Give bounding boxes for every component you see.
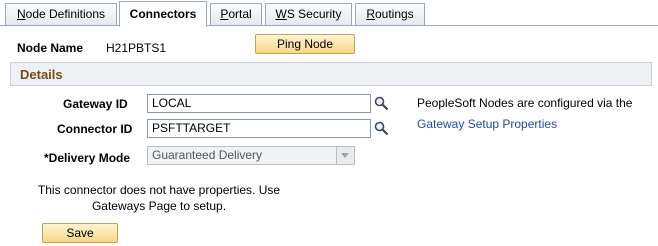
tab-portal[interactable]: Portal bbox=[210, 3, 262, 25]
tab-label: S Security bbox=[286, 7, 342, 21]
tab-label: outings bbox=[374, 7, 414, 21]
gateway-id-input[interactable]: LOCAL bbox=[147, 94, 371, 113]
chevron-down-icon bbox=[336, 147, 354, 164]
tab-connectors[interactable]: Connectors bbox=[119, 1, 207, 27]
delivery-mode-value: Guaranteed Delivery bbox=[152, 148, 263, 162]
message-line-2: Gateways Page to setup. bbox=[91, 199, 227, 213]
tab-label: ortal bbox=[228, 7, 252, 21]
ping-node-button[interactable]: Ping Node bbox=[255, 34, 355, 54]
connector-id-input[interactable]: PSFTTARGET bbox=[147, 119, 371, 138]
gateway-setup-properties-link[interactable]: Gateway Setup Properties bbox=[417, 117, 557, 131]
node-name-label: Node Name bbox=[17, 41, 84, 55]
message-line-1: This connector does not have properties.… bbox=[37, 183, 281, 197]
details-section-header: Details bbox=[10, 62, 652, 86]
tab-label: Connectors bbox=[129, 7, 197, 21]
delivery-mode-select: Guaranteed Delivery bbox=[147, 146, 355, 165]
details-section-title: Details bbox=[20, 67, 63, 82]
tab-label-accesskey: R bbox=[366, 7, 375, 21]
tab-label-accesskey: N bbox=[16, 7, 26, 21]
tab-label-accesskey: W bbox=[275, 7, 287, 21]
tab-node-definitions[interactable]: Node Definitions bbox=[5, 3, 117, 25]
save-button[interactable]: Save bbox=[42, 223, 118, 243]
tab-label: ode Definitions bbox=[25, 7, 106, 21]
delivery-mode-label: *Delivery Mode bbox=[44, 151, 131, 165]
info-text: PeopleSoft Nodes are configured via the bbox=[417, 96, 633, 110]
connector-id-label: Connector ID bbox=[57, 122, 133, 136]
tab-bar: Node Definitions Connectors Portal WS Se… bbox=[0, 0, 658, 27]
gateway-id-lookup-icon[interactable] bbox=[374, 96, 388, 110]
connector-properties-message: This connector does not have properties.… bbox=[18, 182, 300, 214]
tab-ws-security[interactable]: WS Security bbox=[265, 3, 352, 25]
gateway-id-label: Gateway ID bbox=[63, 97, 128, 111]
node-name-value: H21PBTS1 bbox=[106, 41, 167, 55]
tab-routings[interactable]: Routings bbox=[355, 3, 425, 25]
connector-id-lookup-icon[interactable] bbox=[374, 121, 388, 135]
